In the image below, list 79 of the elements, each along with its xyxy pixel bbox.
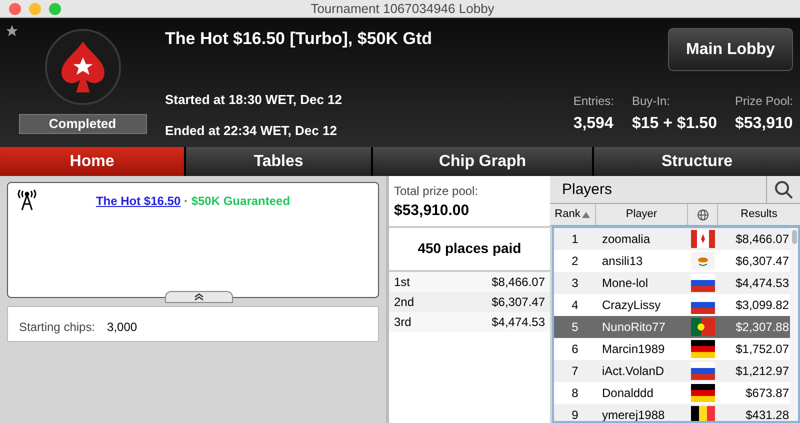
result-cell-text: $3,099.82 <box>734 297 790 314</box>
tab[interactable]: Chip Graph <box>373 147 592 176</box>
main-lobby-button[interactable]: Main Lobby <box>668 28 793 71</box>
stat-value: $53,910 <box>734 114 793 134</box>
flag-icon <box>691 406 715 421</box>
prize-cell-text: $4,474.53 <box>492 314 545 330</box>
status-ribbon: Completed <box>18 114 146 134</box>
sort-up-icon <box>582 212 590 218</box>
flag-icon <box>691 230 715 248</box>
result-cell-text: $431.28 <box>744 407 790 421</box>
rank-cell-text: 7 <box>570 363 580 380</box>
player-row[interactable]: 5 NunoRito77 $2,307.88 <box>554 316 790 338</box>
player-row[interactable]: 3 Mone-lol $4,474.53 <box>554 272 790 294</box>
result-cell-text: $6,307.47 <box>734 253 790 270</box>
antenna-icon <box>17 189 37 211</box>
player-name: Marcin1989 <box>601 341 666 358</box>
stat-label: Entries: <box>573 93 614 110</box>
rank-cell-text: 8 <box>570 385 580 402</box>
rank-cell-text: 5 <box>570 319 580 336</box>
result-cell-text: $4,474.53 <box>734 275 790 292</box>
flag-icon <box>691 318 715 336</box>
guarantee-text: $50K Guaranteed <box>191 194 290 208</box>
tournament-title: The Hot $16.50 [Turbo], $50K Gtd <box>165 28 434 50</box>
prize-cell-text: $8,466.07 <box>492 274 545 290</box>
end-time: Ended at 22:34 WET, Dec 12 <box>165 122 338 140</box>
place-cell-text: 2nd <box>394 294 414 310</box>
rank-cell-text: 6 <box>570 341 580 358</box>
flag-icon <box>691 362 715 380</box>
starting-chips-value: 3,000 <box>107 319 138 336</box>
player-name: Donalddd <box>601 385 654 402</box>
player-name: ansili13 <box>601 253 644 270</box>
player-name: iAct.VolanD <box>601 363 666 380</box>
flag-icon <box>691 274 715 292</box>
search-icon <box>774 180 794 200</box>
starting-chips-label: Starting chips: <box>19 319 96 336</box>
player-row[interactable]: 7 iAct.VolanD $1,212.97 <box>554 360 790 382</box>
tab[interactable]: Structure <box>594 147 800 176</box>
rank-cell-text: 4 <box>570 297 580 314</box>
result-cell-text: $2,307.88 <box>734 319 790 336</box>
player-name: CrazyLissy <box>601 297 662 314</box>
total-prize-label: Total prize pool: <box>394 183 480 200</box>
rank-cell-text: 3 <box>570 275 580 292</box>
rank-column-header[interactable]: Rank <box>550 204 596 225</box>
stat-value: 3,594 <box>573 114 614 134</box>
separator-dot: · <box>182 194 189 208</box>
player-row[interactable]: 1 zoomalia $8,466.07 <box>554 228 790 250</box>
players-title: Players <box>561 180 614 200</box>
player-name: NunoRito77 <box>601 319 666 336</box>
flag-icon <box>691 384 715 402</box>
stat-label: Prize Pool: <box>734 93 793 110</box>
result-cell-text: $1,212.97 <box>734 363 790 380</box>
place-cell-text: 3rd <box>394 314 412 330</box>
player-name: Mone-lol <box>601 275 650 292</box>
rank-cell-text: 9 <box>570 407 580 421</box>
tab[interactable]: Home <box>0 147 184 176</box>
tab[interactable]: Tables <box>186 147 371 176</box>
player-column-header[interactable]: Player <box>596 204 688 225</box>
globe-icon <box>696 208 708 220</box>
scrollbar[interactable] <box>790 228 798 421</box>
flag-icon <box>691 340 715 358</box>
total-prize-value: $53,910.00 <box>394 201 470 221</box>
window-title: Tournament 1067034946 Lobby <box>310 0 496 18</box>
stat-value: $15 + $1.50 <box>632 114 717 134</box>
results-column-header[interactable]: Results <box>718 204 800 225</box>
stat-label: Buy-In: <box>632 93 672 110</box>
tournament-link[interactable]: The Hot $16.50 <box>96 194 181 208</box>
double-chevron-icon <box>194 293 204 301</box>
expand-button[interactable] <box>165 291 233 303</box>
rank-cell-text: 1 <box>570 231 580 248</box>
flag-icon <box>691 252 715 270</box>
prize-cell-text: $6,307.47 <box>492 294 545 310</box>
place-cell-text: 1st <box>394 274 410 290</box>
start-time: Started at 18:30 WET, Dec 12 <box>165 90 342 108</box>
star-icon[interactable] <box>5 24 19 38</box>
rank-cell-text: 2 <box>570 253 580 270</box>
result-cell-text: $8,466.07 <box>734 231 790 248</box>
result-cell-text: $1,752.07 <box>734 341 790 358</box>
player-name: zoomalia <box>601 231 652 248</box>
result-cell-text: $673.87 <box>744 385 790 402</box>
